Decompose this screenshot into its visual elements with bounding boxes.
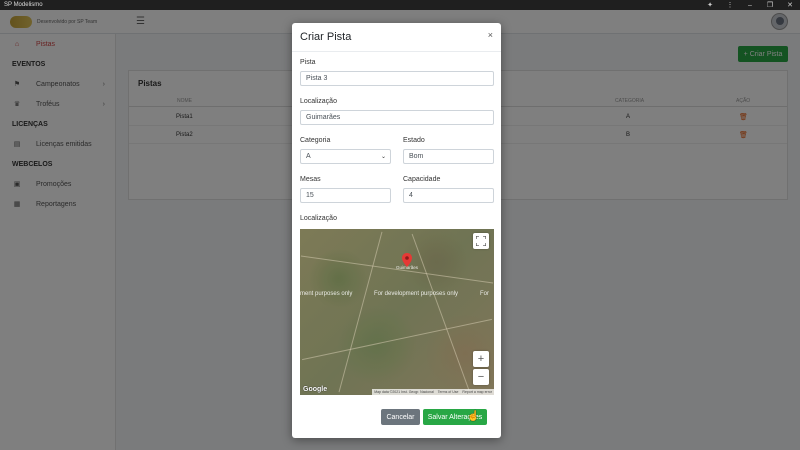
capacidade-label: Capacidade — [403, 176, 441, 183]
localizacao-value: Guimarães — [306, 114, 341, 121]
minimize-button[interactable]: – — [740, 2, 760, 9]
pista-value: Pista 3 — [306, 75, 328, 82]
categoria-select[interactable]: A ⌄ — [300, 149, 391, 164]
close-icon[interactable]: × — [488, 30, 493, 40]
localizacao-label: Localização — [300, 98, 337, 105]
capacidade-input[interactable]: 4 — [403, 188, 494, 203]
capacidade-value: 4 — [409, 192, 413, 199]
window-titlebar: SP Modelismo ✦ ⋮ – ❐ ✕ — [0, 0, 800, 10]
location-map[interactable]: Guimarães ment purposes only For develop… — [300, 229, 494, 395]
pista-input[interactable]: Pista 3 — [300, 71, 494, 86]
map-data-text: Map data ©2021 Inst. Geogr. Nacional — [374, 390, 434, 394]
map-watermark: For development purposes only — [374, 291, 459, 297]
mouse-cursor-icon: ☝ — [467, 411, 480, 422]
report-error-link[interactable]: Report a map error — [462, 390, 492, 394]
google-logo: Google — [303, 386, 328, 393]
estado-label: Estado — [403, 137, 425, 144]
chevron-down-icon: ⌄ — [380, 154, 386, 160]
maximize-button[interactable]: ❐ — [760, 1, 780, 9]
terms-link[interactable]: Terms of Use — [438, 390, 459, 394]
cancel-button[interactable]: Cancelar — [381, 409, 420, 425]
categoria-label: Categoria — [300, 137, 331, 144]
fullscreen-icon[interactable] — [473, 233, 489, 249]
map-watermark: For — [480, 291, 489, 297]
extensions-icon[interactable]: ✦ — [700, 1, 720, 9]
mesas-value: 15 — [306, 192, 314, 199]
more-options-icon[interactable]: ⋮ — [720, 1, 740, 9]
zoom-in-button[interactable]: + — [473, 351, 489, 367]
window-title: SP Modelismo — [4, 2, 43, 8]
modal-header: Criar Pista × — [292, 23, 501, 52]
modal-title: Criar Pista — [300, 31, 352, 43]
map-dev-overlay — [300, 229, 494, 395]
estado-input[interactable]: Bom — [403, 149, 494, 164]
map-attribution: Map data ©2021 Inst. Geogr. Nacional Ter… — [372, 389, 494, 395]
pista-label: Pista — [300, 59, 316, 66]
mesas-label: Mesas — [300, 176, 321, 183]
mesas-input[interactable]: 15 — [300, 188, 391, 203]
create-pista-modal: Criar Pista × Pista Pista 3 Localização … — [292, 23, 501, 438]
localizacao-input[interactable]: Guimarães — [300, 110, 494, 125]
zoom-out-button[interactable]: − — [473, 369, 489, 385]
estado-value: Bom — [409, 153, 424, 160]
map-label: Localização — [300, 215, 337, 222]
map-marker-icon[interactable] — [402, 253, 412, 267]
close-window-button[interactable]: ✕ — [780, 1, 800, 9]
categoria-value: A — [306, 153, 311, 160]
map-watermark: ment purposes only — [300, 291, 353, 297]
